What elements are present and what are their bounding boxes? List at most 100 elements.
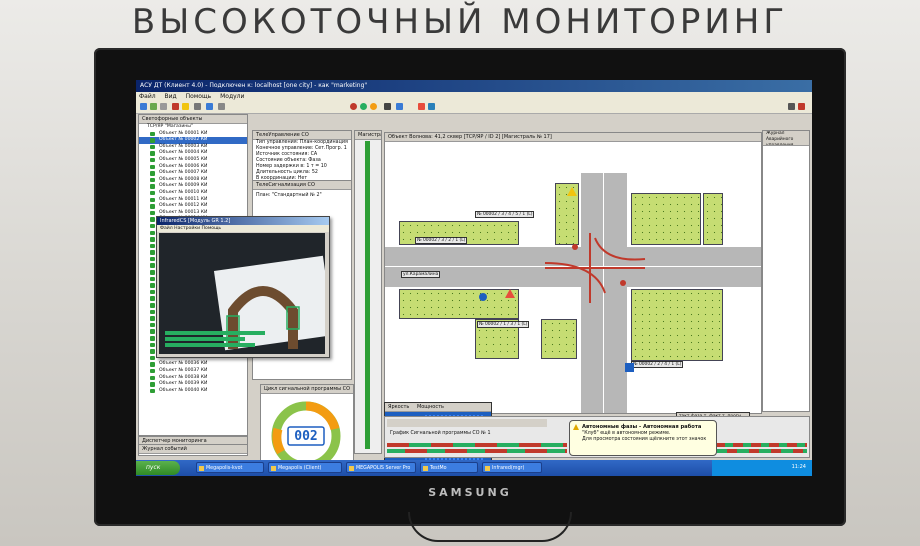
tree-item[interactable]: Объект № 00036 КИ xyxy=(139,361,247,368)
intersection-map: Объект Волнова: 41,2 сквер [ТСР/ЯР / ID … xyxy=(384,132,762,414)
menu-item-modules[interactable]: Модули xyxy=(220,93,244,100)
traffic-light-icon xyxy=(150,197,155,203)
timeline-label: График Сигнальной программы СО № 1 xyxy=(390,431,491,436)
traffic-light-icon xyxy=(150,362,155,367)
notification-balloon[interactable]: Автономные фазы - Автономная работа "Клу… xyxy=(569,420,717,456)
toolbar-settings-icon[interactable] xyxy=(218,103,225,110)
tree-item[interactable]: Объект № 00037 КИ xyxy=(139,368,247,375)
window-titlebar[interactable]: АСУ ДТ (Клиент 4.0) - Подключен к: local… xyxy=(136,80,812,92)
tree-item[interactable]: Объект № 00010 КИ xyxy=(139,190,247,197)
toolbar xyxy=(136,101,812,114)
toolbar-list-icon[interactable] xyxy=(396,103,403,110)
tree-item-label: Объект № 00036 КИ xyxy=(159,361,208,367)
toolbar-cursor-icon[interactable] xyxy=(788,103,795,110)
tv-stand xyxy=(408,512,572,542)
tree-item-label: Объект № 00004 КИ xyxy=(159,150,208,156)
tree-item-label: Объект № 00008 КИ xyxy=(159,176,208,182)
taskbar-item[interactable]: Megapolis-kvot xyxy=(196,462,264,473)
monitor-footer[interactable]: Диспетчер мониторинга xyxy=(138,436,248,446)
tree-item-label: Объект № 00006 КИ xyxy=(159,163,208,169)
tree-item-label: Объект № 00003 КИ xyxy=(159,143,208,149)
toolbar-flag-icon[interactable] xyxy=(384,103,391,110)
app-icon xyxy=(271,466,276,471)
signal-label[interactable]: № 00002 / 1 / 3 / 1 (L) xyxy=(477,321,530,328)
app-icon xyxy=(485,466,490,471)
taskbar-item[interactable]: MEGAPOLIS Server Pro xyxy=(346,462,416,473)
street-label: ул.Карамалина xyxy=(401,271,441,278)
traffic-light-icon xyxy=(150,375,155,381)
tree-item[interactable]: Объект № 00012 КИ xyxy=(139,203,247,210)
traffic-arrows xyxy=(544,233,646,303)
toolbar-alarm-icon[interactable] xyxy=(418,103,425,110)
video-window[interactable]: InfraredCS [Модуль GR 1.2] Файл Настройк… xyxy=(156,216,330,358)
video-window-title[interactable]: InfraredCS [Модуль GR 1.2] xyxy=(157,217,329,225)
traffic-light-icon xyxy=(150,309,155,315)
start-button[interactable]: пуск xyxy=(136,461,180,475)
traffic-light-icon xyxy=(150,388,155,394)
traffic-light-icon xyxy=(150,217,155,222)
tree-item[interactable]: Объект № 00005 КИ xyxy=(139,157,247,164)
traffic-light-icon xyxy=(150,151,155,156)
traffic-light-icon xyxy=(150,184,155,189)
menu-item-help[interactable]: Помощь xyxy=(186,93,212,100)
tree-item[interactable]: Объект № 00002 КИ xyxy=(139,137,247,144)
warning-icon xyxy=(573,424,579,430)
toolbar-red-light-icon[interactable] xyxy=(350,103,357,110)
menu-item-file[interactable]: Файл xyxy=(139,93,156,100)
tv-brand: SAMSUNG xyxy=(428,486,512,499)
taskbar-item[interactable]: TestMo xyxy=(420,462,478,473)
signal-label[interactable]: № 00002 / 3 / 4 / 5 / 1 (L) xyxy=(475,211,535,218)
toolbar-info-icon[interactable] xyxy=(428,103,435,110)
tree-item[interactable]: Объект № 00040 КИ xyxy=(139,388,247,395)
telesignal-title: ТелеСигнализация СО xyxy=(253,181,351,190)
toolbar-warning-icon[interactable] xyxy=(182,103,189,110)
traffic-light-icon xyxy=(150,263,155,268)
toolbar-stop-icon[interactable] xyxy=(172,103,179,110)
toolbar-close-icon[interactable] xyxy=(798,103,805,110)
tree-item[interactable]: Объект № 00004 КИ xyxy=(139,150,247,157)
green-zone xyxy=(703,193,723,245)
tree-item[interactable]: Объект № 00009 КИ xyxy=(139,183,247,190)
app-icon xyxy=(349,466,354,471)
tree-item-label: Объект № 00002 КИ xyxy=(159,137,208,143)
taskbar-item[interactable]: Infrared(mgr) xyxy=(482,462,542,473)
tree-item-label: Объект № 00010 КИ xyxy=(159,189,208,195)
traffic-light-icon xyxy=(150,210,155,216)
toolbar-globe-icon[interactable] xyxy=(140,103,147,110)
sensor-icon[interactable] xyxy=(479,293,487,301)
traffic-light-icon xyxy=(150,355,155,361)
traffic-light-icon xyxy=(150,329,155,334)
plan-label: План: "Стандартный № 2" xyxy=(256,193,322,198)
traffic-light-icon xyxy=(150,250,155,255)
menu-bar: Файл Вид Помощь Модули xyxy=(136,92,812,101)
toolbar-refresh-icon[interactable] xyxy=(150,103,157,110)
video-window-menu[interactable]: Файл Настройки Помощь xyxy=(157,225,329,232)
tree-root[interactable]: ТСР/ЯР "Магазины" xyxy=(139,124,247,131)
taskbar-item[interactable]: Megapolis (Client) xyxy=(268,462,342,473)
signal-label[interactable]: № 00002 / 2 / 4 / 1 (L) xyxy=(631,361,684,368)
tree-item-label: Объект № 00005 КИ xyxy=(159,156,208,162)
traffic-light-icon xyxy=(150,349,155,354)
balloon-line: "Клуб" ещё в автономном режиме. xyxy=(582,431,671,436)
toolbar-green-light-icon[interactable] xyxy=(360,103,367,110)
traffic-light-icon xyxy=(150,171,155,176)
toolbar-yellow-light-icon[interactable] xyxy=(370,103,377,110)
tree-item[interactable]: Объект № 00007 КИ xyxy=(139,170,247,177)
tree-item-label: Объект № 00013 КИ xyxy=(159,209,208,215)
log-footer[interactable]: Журнал событий xyxy=(138,444,248,456)
app-icon xyxy=(199,466,204,471)
video-level-bar xyxy=(165,343,255,347)
tree-item[interactable]: Объект № 00039 КИ xyxy=(139,381,247,388)
signal-label[interactable]: № 00002 / 3 / 2 / 1 (L) xyxy=(415,237,468,244)
toolbar-map-icon[interactable] xyxy=(206,103,213,110)
highway-title: Магистраль xyxy=(355,131,381,140)
tree-item-label: Объект № 00037 КИ xyxy=(159,367,208,373)
green-zone xyxy=(399,289,519,319)
timeline-toolbar xyxy=(387,419,547,427)
signal-chart-title: Яркость xyxy=(388,404,410,410)
tree-item-label: Объект № 00001 КИ xyxy=(159,130,208,136)
menu-item-view[interactable]: Вид xyxy=(165,93,177,100)
toolbar-grid-icon[interactable] xyxy=(160,103,167,110)
traffic-light-icon xyxy=(150,382,155,387)
toolbar-tool-icon[interactable] xyxy=(194,103,201,110)
